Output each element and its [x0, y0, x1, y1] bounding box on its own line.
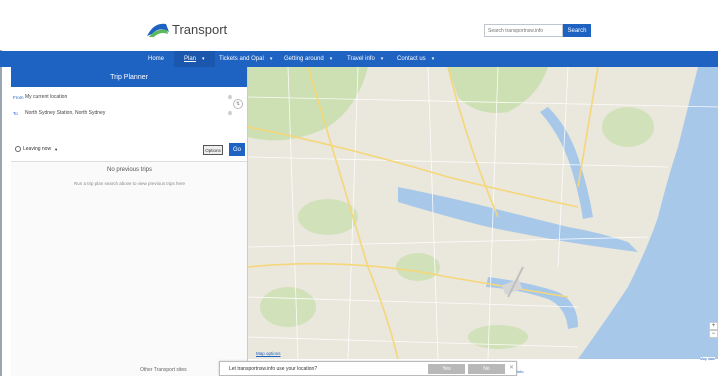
nav-item-home[interactable]: Home	[148, 51, 164, 67]
zoom-in-button[interactable]: +	[709, 322, 718, 330]
leaving-selector[interactable]: Leaving now ▼	[15, 146, 58, 152]
chevron-down-icon: ▾	[269, 56, 273, 62]
nav-item-tickets[interactable]: Tickets and Opal ▾	[219, 51, 272, 67]
trip-form: From My current location ⊗ To North Sydn…	[11, 87, 247, 162]
chevron-down-icon: ▼	[54, 146, 59, 152]
nav-label: Contact us	[397, 56, 426, 62]
deny-location-button[interactable]: No	[468, 364, 505, 374]
options-button[interactable]: Options	[203, 145, 223, 155]
allow-location-button[interactable]: Yes	[428, 364, 465, 374]
nav-label: Travel info	[347, 56, 375, 62]
nav-item-getting-around[interactable]: Getting around ▾	[284, 51, 332, 67]
close-icon[interactable]: ✕	[509, 364, 514, 371]
map-attribution[interactable]: Map data	[700, 357, 715, 361]
from-field[interactable]: From My current location ⊗	[13, 91, 235, 103]
nav-label: Home	[148, 56, 165, 62]
location-permission-prompt: Let transportnsw.info use your location?…	[219, 361, 517, 376]
site-header: Transport Search	[0, 0, 718, 50]
swap-icon[interactable]: ⇅	[233, 99, 243, 109]
transport-logo[interactable]: Transport	[146, 18, 227, 40]
footer-link[interactable]: info	[517, 369, 523, 374]
map-canvas[interactable]	[248, 67, 718, 359]
to-label: To	[13, 110, 18, 116]
clear-icon[interactable]: ⊗	[225, 110, 235, 117]
nav-label: Getting around	[284, 56, 324, 62]
search-button[interactable]: Search	[563, 24, 591, 37]
nav-item-travel-info[interactable]: Travel info ▾	[347, 51, 383, 67]
nav-item-contact[interactable]: Contact us ▾	[397, 51, 434, 67]
transport-logo-icon	[147, 23, 169, 37]
to-field[interactable]: To North Sydney Station, North Sydney ⊗	[13, 107, 235, 119]
trip-planner-panel: Trip Planner From My current location ⊗ …	[11, 67, 248, 376]
clock-icon	[15, 146, 21, 152]
other-sites-heading: Other Transport sites	[140, 367, 187, 373]
map-options-link[interactable]: Map options	[256, 351, 281, 356]
nav-item-plan[interactable]: Plan ▾	[174, 51, 215, 67]
nav-label: Plan	[184, 56, 197, 62]
no-trips-title: No previous trips	[106, 167, 153, 173]
go-button[interactable]: Go	[229, 143, 245, 156]
nav-label: Tickets and Opal	[219, 56, 264, 62]
chevron-down-icon: ▾	[329, 56, 333, 62]
chevron-down-icon: ▾	[431, 56, 435, 62]
main-nav: Home Plan ▾ Tickets and Opal ▾ Getting a…	[0, 51, 718, 67]
from-label: From	[13, 94, 24, 100]
zoom-out-button[interactable]: −	[709, 330, 718, 338]
chevron-down-icon: ▾	[380, 56, 384, 62]
map-view[interactable]	[248, 67, 718, 359]
no-trips-hint: Run a trip plan search above to view pre…	[73, 181, 186, 186]
from-value: My current location	[25, 94, 68, 100]
search-input[interactable]	[484, 24, 563, 37]
logo-text: Transport	[172, 21, 228, 37]
trip-planner-title: Trip Planner	[11, 67, 247, 87]
leaving-label: Leaving now	[23, 146, 52, 152]
to-value: North Sydney Station, North Sydney	[25, 110, 106, 116]
chevron-down-icon: ▾	[202, 56, 205, 62]
zoom-control: + −	[709, 322, 718, 338]
